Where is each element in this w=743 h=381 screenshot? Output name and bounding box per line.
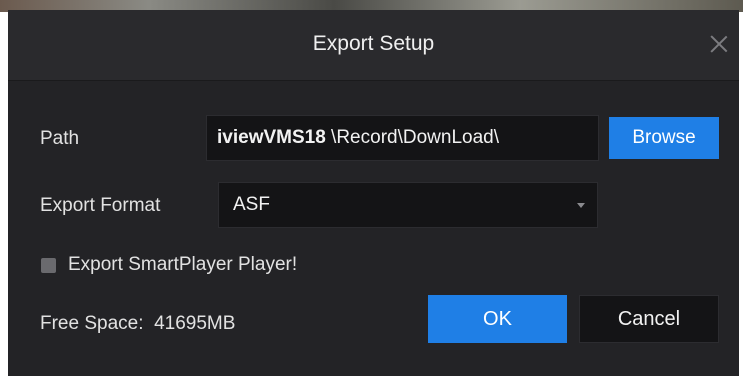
export-smartplayer-label: Export SmartPlayer Player! — [68, 254, 298, 275]
export-smartplayer-checkbox[interactable] — [41, 258, 56, 273]
export-setup-dialog: Export Setup Path iviewVMS18 \Record\Dow… — [8, 10, 739, 376]
path-label: Path — [40, 128, 80, 149]
browse-button[interactable]: Browse — [609, 117, 719, 159]
cancel-button[interactable]: Cancel — [579, 295, 719, 343]
free-space-text: Free Space: 41695MB — [40, 313, 235, 335]
dialog-title: Export Setup — [312, 32, 435, 55]
close-icon[interactable] — [707, 32, 731, 56]
path-field[interactable]: iviewVMS18 \Record\DownLoad\ — [206, 115, 599, 161]
path-value-rest: \Record\DownLoad\ — [325, 127, 499, 148]
free-space-label: Free Space: — [40, 313, 144, 334]
chevron-down-icon — [577, 203, 585, 208]
export-format-select[interactable]: ASF — [218, 182, 598, 228]
export-format-value: ASF — [233, 194, 270, 215]
path-value-prefix: iviewVMS18 — [217, 127, 326, 148]
free-space-value: 41695MB — [154, 313, 236, 334]
export-format-label: Export Format — [40, 195, 161, 216]
dialog-titlebar: Export Setup — [8, 10, 739, 81]
ok-button[interactable]: OK — [428, 295, 567, 343]
